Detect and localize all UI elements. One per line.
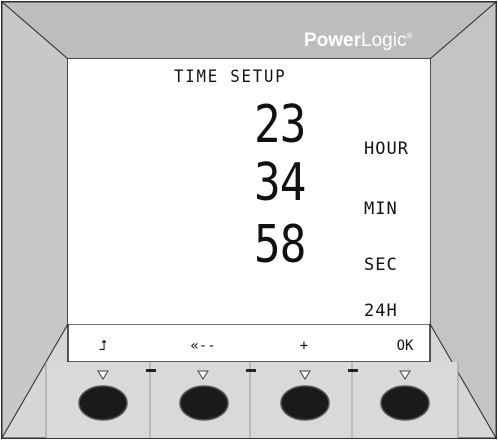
brand-logo: PowerLogic® [304,30,412,52]
brand-name-bold: Power [304,30,362,51]
minute-value: 34 [254,153,306,213]
brand-registered-mark: ® [406,31,413,41]
time-mode-label: 24H [364,301,398,321]
left-arrow-icon: «-- [190,338,216,354]
softkey-button-2[interactable] [178,383,230,423]
screen-title: TIME SETUP [174,67,287,87]
plus-icon: + [299,338,309,354]
softkey-label-row: ⮥ «-- + OK [68,324,430,362]
hour-unit-label: HOUR [364,139,409,159]
second-value: 58 [254,215,306,275]
lcd-screen: TIME SETUP 23 HOUR 34 MIN 58 SEC 24H [68,59,430,324]
brand-name-regular: Logic [361,30,407,51]
second-unit-label: SEC [364,255,398,275]
ok-label: OK [396,338,414,354]
minute-unit-label: MIN [364,199,398,219]
power-meter-panel: PowerLogic® TIME SETUP 23 HOUR 34 MIN 58… [0,0,498,440]
softkey-button-3[interactable] [279,383,331,423]
softkey-button-ok[interactable] [379,383,431,423]
back-up-arrow-icon: ⮥ [98,338,108,354]
softkey-button-1[interactable] [77,383,129,423]
hour-value: 23 [254,95,306,155]
